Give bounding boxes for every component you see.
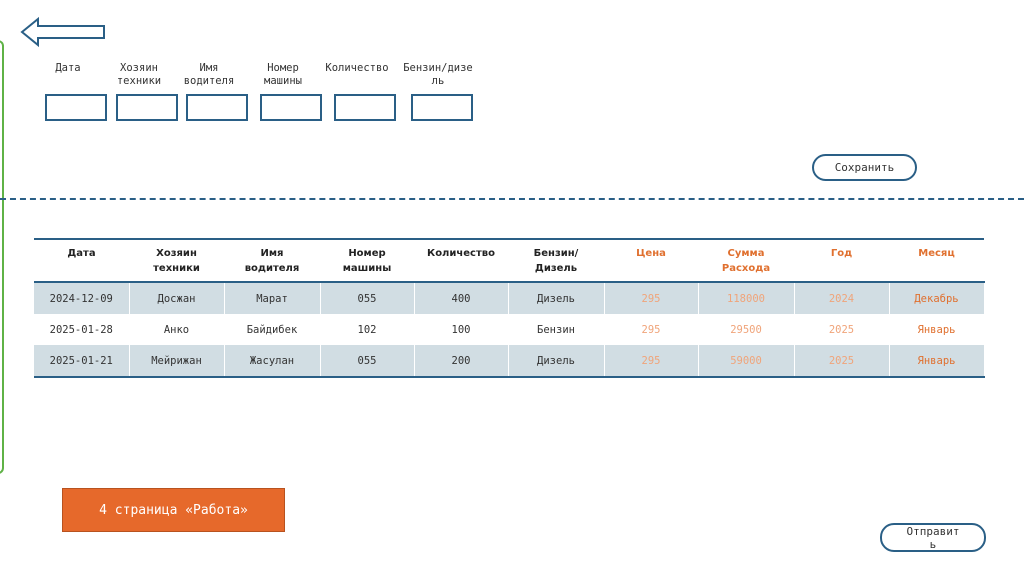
col-header-price: Цена bbox=[636, 248, 666, 259]
cell-owner: Досжан bbox=[129, 282, 225, 314]
table-row[interactable]: 2024-12-09 Досжан Марат 055 400 Дизель 2… bbox=[34, 282, 985, 314]
date-input[interactable] bbox=[45, 94, 107, 121]
fuel-type-input[interactable] bbox=[411, 94, 473, 121]
cell-date: 2025-01-21 bbox=[34, 345, 130, 377]
cell-price: 295 bbox=[604, 314, 699, 345]
driver-input[interactable] bbox=[186, 94, 248, 121]
quantity-input[interactable] bbox=[334, 94, 396, 121]
save-button[interactable]: Сохранить bbox=[812, 154, 917, 181]
cell-fuel-type: Дизель bbox=[508, 345, 605, 377]
col-header-driver: Имя водителя bbox=[244, 248, 300, 274]
cell-car-number: 055 bbox=[320, 345, 415, 377]
cell-owner: Анко bbox=[129, 314, 225, 345]
cell-expense-sum: 59000 bbox=[698, 345, 795, 377]
cell-date: 2024-12-09 bbox=[34, 282, 130, 314]
table-header-row: Дата Хозяин техники Имя водителя Номер м… bbox=[34, 239, 984, 282]
cell-car-number: 055 bbox=[320, 282, 415, 314]
cell-expense-sum: 118000 bbox=[698, 282, 795, 314]
col-header-year: Год bbox=[830, 248, 853, 259]
cell-year: 2025 bbox=[794, 314, 890, 345]
cell-driver: Байдибек bbox=[224, 314, 321, 345]
col-header-owner: Хозяин техники bbox=[153, 248, 200, 274]
table-row[interactable]: 2025-01-28 Анко Байдибек 102 100 Бензин … bbox=[34, 314, 985, 345]
page-tag-label: 4 страница «Работа» bbox=[62, 488, 285, 532]
section-divider bbox=[0, 198, 1024, 200]
left-accent-bar bbox=[0, 40, 4, 474]
col-header-car-number: Номер машины bbox=[342, 248, 392, 274]
send-button[interactable]: Отправит ь bbox=[880, 523, 986, 552]
cell-year: 2025 bbox=[794, 345, 890, 377]
label-fuel-type: Бензин/дизе ль bbox=[403, 62, 473, 87]
col-header-fuel-type: Бензин/ Дизель bbox=[533, 248, 579, 274]
cell-month: Январь bbox=[889, 345, 985, 377]
cell-owner: Мейрижан bbox=[129, 345, 225, 377]
label-quantity: Количество bbox=[325, 62, 389, 74]
col-header-date: Дата bbox=[67, 248, 96, 259]
cell-price: 295 bbox=[604, 282, 699, 314]
owner-input[interactable] bbox=[116, 94, 178, 121]
cell-fuel-type: Дизель bbox=[508, 282, 605, 314]
cell-quantity: 400 bbox=[414, 282, 509, 314]
cell-date: 2025-01-28 bbox=[34, 314, 130, 345]
cell-month: Декабрь bbox=[889, 282, 985, 314]
col-header-expense-sum: Сумма Расхода bbox=[721, 248, 771, 274]
cell-quantity: 200 bbox=[414, 345, 509, 377]
back-arrow-icon[interactable] bbox=[20, 16, 108, 48]
cell-month: Январь bbox=[889, 314, 985, 345]
label-owner: Хозяин техники bbox=[116, 62, 162, 87]
cell-car-number: 102 bbox=[320, 314, 415, 345]
col-header-month: Месяц bbox=[918, 248, 955, 259]
cell-fuel-type: Бензин bbox=[508, 314, 605, 345]
cell-driver: Марат bbox=[224, 282, 321, 314]
cell-driver: Жасулан bbox=[224, 345, 321, 377]
records-table: Дата Хозяин техники Имя водителя Номер м… bbox=[34, 238, 985, 378]
cell-quantity: 100 bbox=[414, 314, 509, 345]
label-date: Дата bbox=[55, 62, 81, 74]
label-driver: Имя водителя bbox=[183, 62, 235, 87]
cell-price: 295 bbox=[604, 345, 699, 377]
cell-expense-sum: 29500 bbox=[698, 314, 795, 345]
cell-year: 2024 bbox=[794, 282, 890, 314]
col-header-quantity: Количество bbox=[427, 248, 495, 259]
table-row[interactable]: 2025-01-21 Мейрижан Жасулан 055 200 Дизе… bbox=[34, 345, 985, 377]
label-car-number: Номер машины bbox=[264, 62, 302, 87]
car-number-input[interactable] bbox=[260, 94, 322, 121]
